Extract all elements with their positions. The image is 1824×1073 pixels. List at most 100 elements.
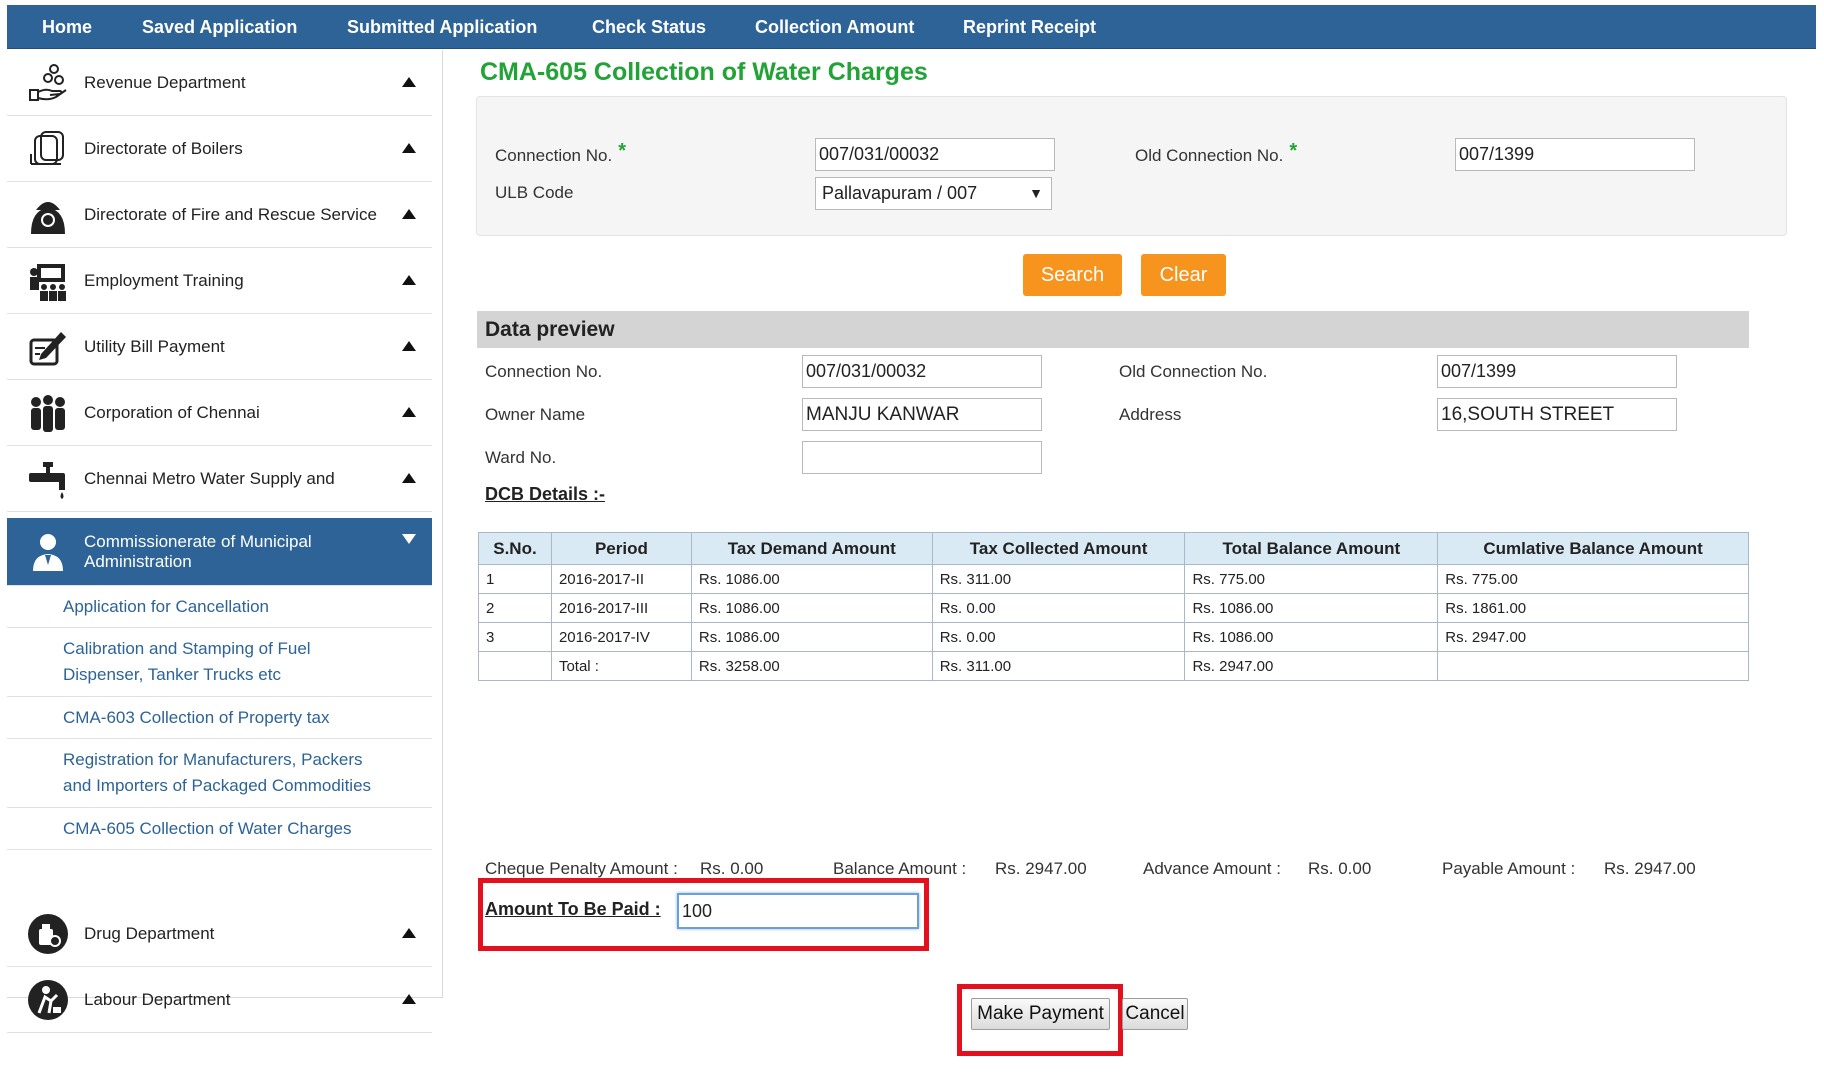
- dcb-table: S.No. Period Tax Demand Amount Tax Colle…: [478, 532, 1749, 681]
- table-cell: 2: [478, 593, 552, 623]
- preview-connection-no-label: Connection No.: [485, 362, 603, 381]
- boiler-icon: [30, 131, 64, 165]
- submenu-item-registration-packaged-commodities[interactable]: Registration for Manufacturers, Packers …: [7, 739, 432, 808]
- table-cell: 2016-2017-II: [550, 564, 692, 594]
- sidebar-item-label: Drug Department: [84, 924, 215, 943]
- sidebar-item-label: Employment Training: [84, 271, 244, 290]
- amount-to-be-paid-label: Amount To Be Paid :: [485, 899, 661, 919]
- advance-amount-value: Rs. 0.00: [1308, 859, 1372, 878]
- caret-up-icon: [402, 407, 416, 417]
- preview-connection-no-field: 007/031/00032: [802, 355, 1042, 388]
- sidebar-item-corporation-of-chennai[interactable]: Corporation of Chennai: [7, 380, 432, 446]
- table-cell: Rs. 1086.00: [690, 564, 933, 594]
- caret-up-icon: [402, 473, 416, 483]
- table-header-row: S.No. Period Tax Demand Amount Tax Colle…: [478, 532, 1749, 565]
- table-cell: Rs. 3258.00: [690, 651, 933, 681]
- sidebar: Revenue Department Directorate of Boiler…: [7, 50, 443, 1033]
- submenu-item-cma-605-water-charges[interactable]: CMA-605 Collection of Water Charges: [7, 808, 432, 850]
- table-row: 3 2016-2017-IV Rs. 1086.00 Rs. 0.00 Rs. …: [478, 622, 1749, 652]
- address-field: 16,SOUTH STREET: [1437, 398, 1677, 431]
- column-header-total-balance: Total Balance Amount: [1184, 532, 1439, 565]
- caret-up-icon: [402, 77, 416, 87]
- search-button[interactable]: Search: [1023, 254, 1122, 296]
- sidebar-item-utility-bill-payment[interactable]: Utility Bill Payment: [7, 314, 432, 380]
- table-cell: Rs. 1086.00: [690, 622, 933, 652]
- preview-old-connection-no-field: 007/1399: [1437, 355, 1677, 388]
- caret-up-icon: [402, 275, 416, 285]
- cancel-button[interactable]: Cancel: [1122, 998, 1188, 1030]
- table-cell: [1437, 651, 1749, 681]
- owner-name-label: Owner Name: [485, 405, 586, 424]
- required-marker: *: [618, 140, 626, 162]
- sidebar-item-directorate-of-boilers[interactable]: Directorate of Boilers: [7, 116, 432, 182]
- nav-saved-application[interactable]: Saved Application: [142, 5, 297, 49]
- ulb-code-selected-value: Pallavapuram / 007: [822, 183, 978, 203]
- ulb-code-select[interactable]: Pallavapuram / 007 ▼: [815, 177, 1052, 210]
- sidebar-item-label: Directorate of Boilers: [84, 139, 243, 158]
- submenu-item-application-for-cancellation[interactable]: Application for Cancellation: [7, 586, 432, 628]
- table-cell: Rs. 0.00: [931, 593, 1186, 623]
- required-marker: *: [1289, 140, 1298, 162]
- app-window: Home Saved Application Submitted Applica…: [0, 0, 1824, 1073]
- payable-amount-value: Rs. 2947.00: [1604, 859, 1696, 878]
- table-cell: 3: [478, 622, 552, 652]
- nav-check-status[interactable]: Check Status: [592, 5, 706, 49]
- worker-icon: [28, 980, 68, 1020]
- column-header-cumulative-balance: Cumlative Balance Amount: [1437, 532, 1749, 565]
- cheque-penalty-value: Rs. 0.00: [700, 859, 764, 878]
- owner-name-field: MANJU KANWAR: [802, 398, 1042, 431]
- dcb-details-title: DCB Details :-: [485, 484, 606, 504]
- connection-no-input[interactable]: 007/031/00032: [815, 138, 1055, 171]
- sidebar-item-label: Revenue Department: [84, 73, 246, 92]
- table-cell: Rs. 1086.00: [1184, 622, 1439, 652]
- clear-button[interactable]: Clear: [1141, 254, 1226, 296]
- firefighter-icon: [31, 202, 65, 234]
- column-header-period: Period: [550, 532, 692, 565]
- sidebar-item-label: Corporation of Chennai: [84, 403, 260, 422]
- people-group-icon: [31, 395, 65, 432]
- caret-up-icon: [402, 209, 416, 219]
- nav-home[interactable]: Home: [42, 5, 92, 49]
- water-tap-icon: [29, 462, 65, 499]
- preview-old-connection-no-label: Old Connection No.: [1119, 362, 1268, 381]
- officer-icon: [33, 534, 63, 571]
- sidebar-item-fire-and-rescue[interactable]: Directorate of Fire and Rescue Service: [7, 182, 432, 248]
- dropdown-arrow-icon: ▼: [1029, 185, 1043, 201]
- table-total-row: Total : Rs. 3258.00 Rs. 311.00 Rs. 2947.…: [478, 651, 1749, 681]
- sidebar-item-labour-department[interactable]: Labour Department: [7, 967, 432, 1033]
- sidebar-item-label: Chennai Metro Water Supply and: [84, 469, 335, 488]
- table-cell: Rs. 775.00: [1437, 564, 1749, 594]
- caret-up-icon: [402, 341, 416, 351]
- table-cell: Rs. 1086.00: [1184, 593, 1439, 623]
- sidebar-item-chennai-metro-water[interactable]: Chennai Metro Water Supply and: [7, 446, 432, 512]
- sidebar-item-drug-department[interactable]: Drug Department: [7, 901, 432, 967]
- table-cell: Rs. 2947.00: [1184, 651, 1439, 681]
- nav-reprint-receipt[interactable]: Reprint Receipt: [963, 5, 1096, 49]
- nav-submitted-application[interactable]: Submitted Application: [347, 5, 537, 49]
- ward-no-label: Ward No.: [485, 448, 557, 467]
- ulb-code-label: ULB Code: [495, 183, 574, 202]
- balance-amount-label: Balance Amount :: [833, 859, 967, 878]
- make-payment-button[interactable]: Make Payment: [971, 998, 1110, 1030]
- connection-no-label: Connection No. *: [495, 140, 626, 165]
- submenu-item-calibration-stamping[interactable]: Calibration and Stamping of Fuel Dispens…: [7, 628, 432, 697]
- amount-to-be-paid-input[interactable]: 100: [677, 893, 919, 929]
- caret-down-icon: [402, 534, 416, 544]
- submenu-item-cma-603-property-tax[interactable]: CMA-603 Collection of Property tax: [7, 697, 432, 739]
- sidebar-item-label: Labour Department: [84, 990, 231, 1009]
- sidebar-item-revenue-department[interactable]: Revenue Department: [7, 50, 432, 116]
- table-cell: Rs. 1861.00: [1437, 593, 1749, 623]
- data-preview-header: Data preview: [477, 311, 1749, 348]
- column-header-tax-collected: Tax Collected Amount: [931, 532, 1186, 565]
- sidebar-item-commissionerate-municipal-administration[interactable]: Commissionerate of Municipal Administrat…: [7, 518, 432, 586]
- old-connection-no-input[interactable]: 007/1399: [1455, 138, 1695, 171]
- table-cell: Rs. 1086.00: [690, 593, 933, 623]
- table-row: 2 2016-2017-III Rs. 1086.00 Rs. 0.00 Rs.…: [478, 593, 1749, 623]
- nav-collection-amount[interactable]: Collection Amount: [755, 5, 914, 49]
- table-cell: 1: [478, 564, 552, 594]
- table-cell: Rs. 2947.00: [1437, 622, 1749, 652]
- caret-up-icon: [402, 143, 416, 153]
- table-cell: Total :: [550, 651, 692, 681]
- balance-amount-value: Rs. 2947.00: [995, 859, 1087, 878]
- sidebar-item-employment-training[interactable]: Employment Training: [7, 248, 432, 314]
